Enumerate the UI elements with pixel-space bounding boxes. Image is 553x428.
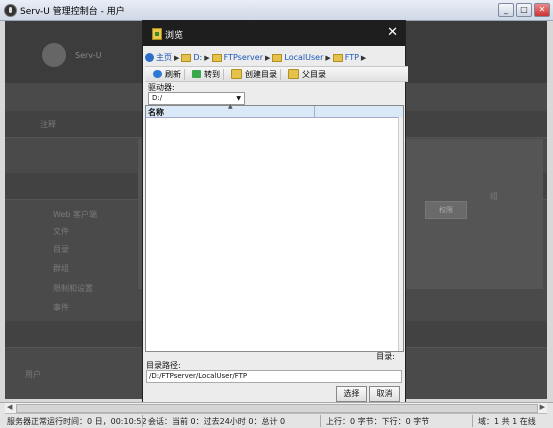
background-row-label: 注释 [40, 120, 56, 129]
scrollbar-thumb[interactable] [16, 404, 538, 413]
sort-indicator-icon: ▲ [228, 103, 233, 110]
column-divider[interactable] [314, 106, 315, 117]
background-side-item: 用户 [25, 370, 41, 379]
background-logo-icon [42, 43, 66, 67]
breadcrumb-drive[interactable]: D: [193, 53, 202, 62]
folder-icon [332, 53, 343, 62]
goto-button[interactable]: 转到 [189, 68, 224, 80]
status-divider [472, 415, 473, 427]
background-side-item: 事件 [53, 303, 69, 312]
folder-icon [211, 53, 222, 62]
drive-select-value: D:/ [152, 94, 163, 102]
background-side-item: Web 客户端 [53, 210, 97, 219]
status-divider [142, 415, 143, 427]
domain-status: 域：1 共 1 在线 [478, 417, 536, 426]
breadcrumb-ftp[interactable]: FTP [345, 53, 359, 62]
column-header-name[interactable]: 名称 [148, 107, 164, 118]
file-list-header: 名称 ▲ [146, 103, 403, 118]
chevron-right-icon: ▶ [325, 53, 331, 62]
window-title: Serv-U 管理控制台 - 用户 [20, 7, 125, 17]
chevron-right-icon: ▶ [360, 53, 367, 62]
background-side-item: 群组 [53, 264, 69, 273]
browse-dialog: 浏览 ✕ 主页 ▶ D: ▶ FTPserver ▶ LocalUser ▶ F… [142, 20, 408, 404]
chevron-right-icon: ▶ [265, 53, 271, 62]
breadcrumb-ftpserver[interactable]: FTPserver [224, 53, 263, 62]
home-icon [145, 53, 154, 62]
file-list-scrollbar[interactable] [398, 117, 403, 351]
breadcrumb-home[interactable]: 主页 [156, 52, 172, 63]
folder-icon [181, 53, 192, 62]
folder-icon [272, 53, 283, 62]
horizontal-scrollbar[interactable]: ◀ ▶ [5, 403, 547, 414]
background-side-item: 限制和设置 [53, 284, 93, 293]
breadcrumb: 主页 ▶ D: ▶ FTPserver ▶ LocalUser ▶ FTP ▶ [145, 51, 403, 64]
browse-icon [152, 28, 162, 40]
window-controls: _ □ ✕ [498, 3, 550, 17]
uptime-status: 服务器正常运行时间：0 日，00:10:52 [7, 417, 147, 426]
app-logo-icon [4, 4, 17, 17]
chevron-right-icon: ▶ [204, 53, 210, 62]
create-folder-label: 创建目录 [245, 69, 277, 79]
window-close-button[interactable]: ✕ [534, 3, 550, 17]
file-list[interactable]: 名称 ▲ [145, 103, 404, 352]
chevron-down-icon: ▼ [236, 95, 241, 102]
new-folder-icon [231, 69, 242, 79]
dialog-title: 浏览 [165, 31, 184, 41]
background-button: 权限 [425, 201, 467, 219]
dialog-toolbar: 刷新 转到 创建目录 父目录 [145, 66, 408, 82]
goto-icon [192, 70, 201, 78]
background-side-item: 目录 [53, 245, 69, 254]
scroll-left-icon[interactable]: ◀ [7, 403, 12, 411]
directory-label: 目录: [376, 352, 395, 361]
dialog-close-button[interactable]: ✕ [387, 25, 398, 40]
minimize-button[interactable]: _ [498, 3, 514, 17]
cancel-button[interactable]: 取消 [369, 386, 400, 402]
goto-label: 转到 [204, 69, 220, 79]
refresh-button[interactable]: 刷新 [150, 68, 185, 80]
folder-up-icon [288, 69, 299, 79]
select-button[interactable]: 选择 [336, 386, 367, 402]
parent-folder-label: 父目录 [302, 69, 326, 79]
window-title-bar: Serv-U 管理控制台 - 用户 _ □ ✕ [0, 0, 553, 21]
breadcrumb-localuser[interactable]: LocalUser [284, 53, 323, 62]
maximize-button[interactable]: □ [516, 3, 532, 17]
background-hint: 组 [490, 192, 498, 201]
create-folder-button[interactable]: 创建目录 [228, 68, 281, 80]
transfer-status: 上行：0 字节：下行：0 字节 [326, 417, 430, 426]
sessions-status: 会话：当前 0：过去24小时 0：总计 0 [148, 417, 286, 426]
background-brand: Serv-U [75, 51, 102, 60]
chevron-right-icon: ▶ [174, 53, 180, 62]
status-divider [320, 415, 321, 427]
path-input[interactable]: /D:/FTPserver/LocalUser/FTP [146, 370, 402, 383]
dialog-title-bar: 浏览 ✕ [143, 21, 405, 46]
status-bar: ◀ ▶ 服务器正常运行时间：0 日，00:10:52 会话：当前 0：过去24小… [0, 402, 553, 428]
scroll-right-icon[interactable]: ▶ [540, 403, 545, 411]
parent-folder-button[interactable]: 父目录 [285, 69, 329, 80]
refresh-icon [153, 70, 162, 78]
background-side-item: 文件 [53, 227, 69, 236]
refresh-label: 刷新 [165, 69, 181, 79]
